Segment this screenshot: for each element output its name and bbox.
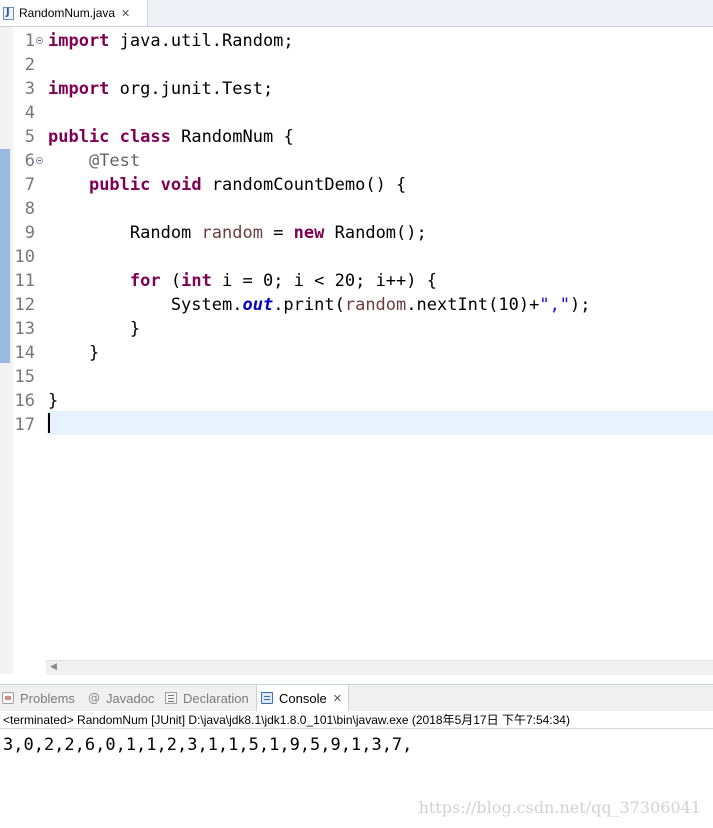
code-token: int	[181, 271, 212, 291]
line-number: 12	[14, 295, 35, 315]
horizontal-scrollbar[interactable]: ◀	[46, 660, 713, 675]
scroll-left-arrow-icon[interactable]: ◀	[50, 662, 57, 672]
fold-toggle-icon[interactable]	[36, 157, 43, 164]
declaration-icon	[165, 692, 177, 704]
code-line: Random random = new Random();	[48, 221, 427, 245]
fold-toggle-icon[interactable]	[36, 37, 43, 44]
watermark-text: https://blog.csdn.net/qq_37306041	[418, 798, 701, 817]
problems-icon	[2, 692, 14, 704]
line-number: 14	[14, 343, 35, 363]
code-line: }	[48, 341, 99, 365]
line-number: 15	[14, 367, 35, 387]
code-token: import	[48, 79, 110, 99]
tab-declaration-label: Declaration	[183, 690, 249, 706]
code-token: random	[344, 295, 407, 315]
code-editor[interactable]: 1 2 3 4 5 6 7 8 9 10 11 12 13 14 15 16 17 import java.ut…	[0, 27, 713, 675]
line-number: 7	[24, 175, 35, 195]
code-token: java.util.Random;	[109, 31, 294, 51]
tab-problems[interactable]: Problems	[2, 685, 75, 711]
line-number: 2	[24, 55, 35, 75]
line-number: 11	[14, 271, 35, 291]
editor-tab-title: RandomNum.java	[19, 6, 116, 20]
close-icon[interactable]: ✕	[333, 692, 342, 705]
code-line: public void randomCountDemo() {	[48, 173, 406, 197]
line-number: 9	[24, 223, 35, 243]
code-token: import	[48, 31, 110, 51]
code-token: Random	[48, 223, 202, 243]
code-token: Random();	[324, 223, 427, 243]
code-token: public	[48, 127, 110, 147]
line-number: 1	[24, 31, 35, 51]
editor-tab-bar: RandomNum.java ✕	[0, 0, 713, 27]
code-token: class	[119, 127, 171, 147]
code-token: }	[48, 319, 141, 339]
code-token: }	[48, 343, 100, 363]
tab-javadoc-label: Javadoc	[106, 690, 155, 706]
code-token: out	[242, 295, 274, 315]
code-line: }	[48, 389, 58, 413]
quick-diff-change-bar	[0, 149, 10, 363]
tab-console[interactable]: Console ✕	[256, 685, 349, 711]
code-token: randomCountDemo() {	[201, 175, 407, 195]
code-token: random	[201, 223, 263, 243]
code-token: );	[570, 295, 591, 315]
console-icon	[261, 692, 273, 704]
tab-javadoc[interactable]: @ Javadoc	[88, 685, 154, 711]
editor-tab-randomnum-java[interactable]: RandomNum.java ✕	[0, 0, 148, 26]
code-line: for (int i = 0; i < 20; i++) {	[48, 269, 437, 293]
code-token: void	[160, 175, 202, 195]
code-token: =	[262, 223, 294, 243]
code-token: ","	[539, 295, 571, 315]
code-text-area[interactable]: import java.util.Random; import org.junit…	[48, 27, 713, 660]
code-token: for	[129, 271, 161, 291]
tab-console-label: Console	[279, 690, 327, 706]
line-number: 5	[24, 127, 35, 147]
line-number: 17	[14, 415, 35, 435]
code-token: (	[160, 271, 182, 291]
console-status-line: <terminated> RandomNum [JUnit] D:\java\j…	[0, 711, 713, 729]
code-token: @Test	[88, 151, 141, 171]
line-number: 3	[24, 79, 35, 99]
code-token: .print(	[273, 295, 345, 315]
close-icon[interactable]: ✕	[121, 7, 130, 20]
views-tab-bar: Problems @ Javadoc Declaration Console ✕	[0, 684, 713, 711]
code-token: }	[48, 391, 59, 411]
code-token: .nextInt(10)+	[406, 295, 540, 315]
code-line: }	[48, 317, 140, 341]
tab-declaration[interactable]: Declaration	[165, 685, 249, 711]
line-number: 8	[24, 199, 35, 219]
line-number-gutter: 1 2 3 4 5 6 7 8 9 10 11 12 13 14 15 16 17	[13, 27, 46, 660]
line-number: 16	[14, 391, 35, 411]
code-token: i = 0; i < 20; i++) {	[211, 271, 437, 291]
code-token: System.	[48, 295, 243, 315]
javadoc-icon: @	[88, 691, 100, 705]
code-line: import org.junit.Test;	[48, 77, 273, 101]
code-token: public	[88, 175, 151, 195]
line-number: 4	[24, 103, 35, 123]
code-token: org.junit.Test;	[109, 79, 274, 99]
line-number: 10	[14, 247, 35, 267]
code-line: public class RandomNum {	[48, 125, 294, 149]
java-file-icon	[3, 6, 14, 20]
code-token: RandomNum {	[170, 127, 294, 147]
line-number: 13	[14, 319, 35, 339]
tab-problems-label: Problems	[20, 690, 75, 706]
console-output-line: 3,0,2,2,6,0,1,1,2,3,1,1,5,1,9,5,9,1,3,7,	[3, 735, 413, 755]
code-line: import java.util.Random;	[48, 29, 294, 53]
code-line: System.out.print(random.nextInt(10)+",")…	[48, 293, 591, 317]
line-number: 6	[24, 151, 35, 171]
code-line: @Test	[48, 149, 140, 173]
code-token: new	[293, 223, 325, 243]
text-caret	[48, 413, 50, 433]
